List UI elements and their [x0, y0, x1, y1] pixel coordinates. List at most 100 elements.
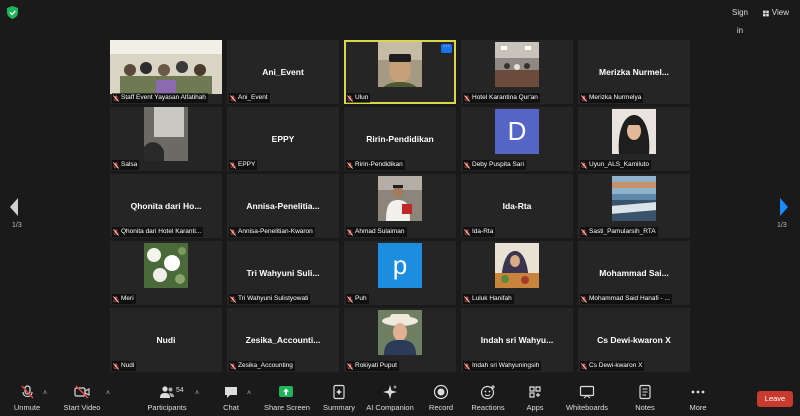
participant-tile[interactable]: Ririn-Pendidikan Ririn-Pendidikan — [344, 107, 456, 171]
chat-bubble-icon — [225, 387, 237, 398]
view-button[interactable]: View — [758, 4, 794, 22]
participant-tile[interactable]: p Puh — [344, 241, 456, 305]
apps-label: Apps — [526, 403, 544, 412]
participant-tile[interactable]: Salsa — [110, 107, 222, 171]
participant-name-text: Meri — [121, 295, 134, 302]
record-button[interactable]: Record — [426, 384, 456, 414]
participant-name-label: Luluk Hanifah — [463, 294, 514, 304]
participant-display-name: Ani_Event — [262, 67, 304, 77]
participants-options-caret-icon[interactable]: ˄ — [195, 390, 199, 397]
participant-name-text: Salsa — [121, 161, 138, 168]
tile-options-icon[interactable]: ··· — [441, 43, 452, 53]
mic-muted-icon — [347, 94, 353, 102]
participant-gallery: Staff Event Yayasan Alfatihah Ani_Event An… — [110, 40, 690, 374]
participant-name-text: Qhonita dari Hotel Karanti... — [121, 228, 202, 235]
mic-muted-icon — [347, 362, 353, 370]
sign-in-button[interactable]: Sign in — [724, 4, 756, 35]
participant-tile[interactable]: Sasti_Pamularsih_RTA — [578, 174, 690, 238]
participant-tile[interactable]: Luluk Hanifah — [461, 241, 573, 305]
participant-name-label: Staff Event Yayasan Alfatihah — [112, 93, 208, 103]
participant-tile[interactable]: Nudi Nudi — [110, 308, 222, 372]
participant-name-label: Qhonita dari Hotel Karanti... — [112, 227, 204, 237]
participant-tile[interactable]: Qhonita dari Ho... Qhonita dari Hotel Kar… — [110, 174, 222, 238]
chat-button[interactable]: Chat — [216, 384, 246, 414]
participant-tile[interactable]: ··· Ulun — [344, 40, 456, 104]
share-screen-label: Share Screen — [264, 403, 310, 412]
mic-muted-icon — [464, 161, 470, 169]
participant-name-label: Hotel Karantina Qur'an — [463, 93, 540, 103]
participant-name-text: EPPY — [238, 161, 256, 168]
start-video-label: Start Video — [63, 403, 101, 412]
more-dots-icon — [691, 390, 705, 394]
participant-display-name: Indah sri Wahyu... — [480, 335, 554, 345]
participant-display-name: Ida-Rta — [502, 201, 532, 211]
participant-tile[interactable]: Uyun_ALS_Kamiluto — [578, 107, 690, 171]
participant-name-label: Indah sri Wahyuningsih — [463, 361, 542, 371]
microphone-muted-icon — [21, 385, 34, 399]
participant-name-text: Sasti_Pamularsih_RTA — [589, 228, 656, 235]
participant-avatar: p — [378, 243, 422, 288]
participant-tile[interactable]: Cs Dewi-kwaron X Cs Dewi-kwaron X — [578, 308, 690, 372]
participant-tile[interactable]: Ani_Event Ani_Event — [227, 40, 339, 104]
participant-tile[interactable]: Merizka Nurmel... Merizka Nurmelya — [578, 40, 690, 104]
share-screen-icon — [279, 386, 293, 397]
video-options-caret-icon[interactable]: ˄ — [106, 390, 110, 397]
participant-tile[interactable]: Zesika_Accounti... Zesika_Accounting — [227, 308, 339, 372]
participant-name-text: Rokiyati Puput — [355, 362, 397, 369]
grid-view-icon — [763, 10, 769, 16]
participant-tile[interactable]: Staff Event Yayasan Alfatihah — [110, 40, 222, 104]
unmute-label: Unmute — [13, 403, 41, 412]
ai-sparkle-icon — [383, 385, 397, 399]
participant-name-label: Mohammad Said Hanafi - ... — [580, 294, 672, 304]
mic-muted-icon — [581, 161, 587, 169]
security-shield-icon[interactable] — [7, 6, 18, 19]
participant-tile[interactable]: D Deby Puspita Sari — [461, 107, 573, 171]
participants-label: Participants — [147, 403, 187, 412]
participant-tile[interactable]: Tri Wahyuni Suli... Tri Wahyuni Sulistyow… — [227, 241, 339, 305]
participant-tile[interactable]: Rokiyati Puput — [344, 308, 456, 372]
next-page-arrow-icon[interactable] — [777, 196, 791, 218]
participant-name-text: Ani_Event — [238, 94, 268, 101]
participant-display-name: Annisa-Penelitia... — [246, 201, 320, 211]
mic-muted-icon — [230, 94, 236, 102]
whiteboards-button[interactable]: Whiteboards — [564, 384, 610, 414]
notes-label: Notes — [635, 403, 655, 412]
more-button[interactable]: More — [684, 384, 712, 414]
participant-name-text: Hotel Karantina Qur'an — [472, 94, 538, 101]
share-screen-button[interactable]: Share Screen — [264, 384, 310, 414]
chat-options-caret-icon[interactable]: ˄ — [247, 390, 251, 397]
summary-label: Summary — [322, 403, 356, 412]
summary-button[interactable]: Summary — [322, 384, 356, 414]
unmute-button[interactable]: Unmute — [8, 384, 46, 414]
participant-name-label: Ahmad Sulaiman — [346, 227, 407, 237]
leave-button[interactable]: Leave — [757, 391, 793, 407]
participant-tile[interactable]: Ida-Rta Ida-Rta — [461, 174, 573, 238]
participant-name-label: Nudi — [112, 361, 137, 371]
reactions-button[interactable]: Reactions — [470, 384, 506, 414]
start-video-button[interactable]: Start Video — [62, 384, 102, 414]
chat-label: Chat — [223, 403, 239, 412]
page-indicator-right: 1/3 — [777, 222, 787, 229]
participant-tile[interactable]: Hotel Karantina Qur'an — [461, 40, 573, 104]
participant-tile[interactable]: Ahmad Sulaiman — [344, 174, 456, 238]
notes-button[interactable]: Notes — [630, 384, 660, 414]
participant-tile[interactable]: Meri — [110, 241, 222, 305]
participant-display-name: Nudi — [156, 335, 176, 345]
notes-icon — [639, 384, 651, 400]
zoom-meeting-window: Sign in View 1/3 1/3 Staff Event Yayasan… — [0, 0, 800, 416]
apps-button[interactable]: Apps — [522, 384, 548, 414]
participant-tile[interactable]: Annisa-Penelitia... Annisa-Penelitian-Kwa… — [227, 174, 339, 238]
participant-display-name: Zesika_Accounti... — [245, 335, 321, 345]
participant-video — [378, 42, 422, 87]
participant-tile[interactable]: Mohammad Sai... Mohammad Said Hanafi - ..… — [578, 241, 690, 305]
previous-page-arrow-icon[interactable] — [7, 196, 21, 218]
participant-tile[interactable]: Indah sri Wahyu... Indah sri Wahyuningsih — [461, 308, 573, 372]
participant-tile[interactable]: EPPY EPPY — [227, 107, 339, 171]
participant-name-text: Ida-Rta — [472, 228, 494, 235]
audio-options-caret-icon[interactable]: ˄ — [43, 390, 47, 397]
ai-companion-button[interactable]: AI Companion — [366, 384, 414, 414]
mic-muted-icon — [464, 94, 470, 102]
mic-muted-icon — [113, 362, 119, 370]
page-indicator-left: 1/3 — [12, 222, 22, 229]
participant-display-name: Merizka Nurmel... — [599, 67, 669, 77]
